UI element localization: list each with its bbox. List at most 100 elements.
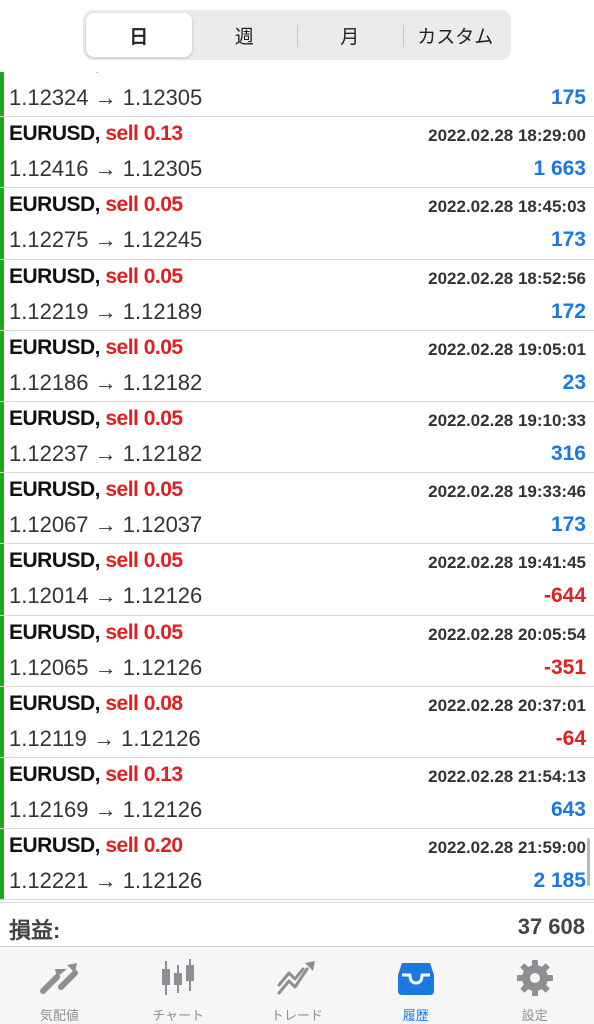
- profit-value: 316: [550, 441, 586, 465]
- order-type-label: sell 0.05: [105, 406, 183, 430]
- close-time: 2022.02.28 18:45:03: [428, 197, 586, 217]
- price-range: 1.12065 → 1.12126: [9, 654, 203, 680]
- symbol-label: EURUSD,: [9, 264, 101, 288]
- order-type-label: sell 0.05: [105, 193, 183, 217]
- summary-bar: 損益: 37 608: [0, 902, 594, 946]
- history-icon: [397, 963, 434, 995]
- history-row[interactable]: EURUSD, sell 0.05 2022.02.28 18:45:03 1.12…: [0, 188, 594, 260]
- profit-value: 175: [550, 86, 586, 109]
- position-indicator-bar: [0, 473, 4, 544]
- symbol-and-type: EURUSD, sell 0.05: [9, 478, 183, 502]
- order-type-label: sell 0.20: [105, 834, 183, 858]
- symbol-and-type: EURUSD, sell 0.13: [9, 122, 183, 146]
- tab-chart[interactable]: チャート: [119, 947, 238, 1024]
- order-type-label: sell 0.13: [105, 762, 183, 786]
- period-header: 日 週 月 カスタム: [0, 0, 594, 72]
- symbol-label: EURUSD,: [9, 193, 101, 217]
- history-row[interactable]: EURUSD, sell 0.13 2022.02.28 18:29:00 1.12…: [0, 117, 594, 189]
- position-indicator-bar: [0, 401, 4, 473]
- tab-trade[interactable]: トレード: [238, 947, 357, 1024]
- tab-trade-label: トレード: [270, 1008, 323, 1023]
- history-row[interactable]: EURUSD, sell 0.05 2022.02.28 20:05:54 1.12…: [0, 615, 594, 687]
- history-row[interactable]: EURUSD, sell 0.08 2022.02.28 20:37:01 1.12…: [0, 686, 594, 758]
- position-indicator-bar: [0, 117, 4, 188]
- bottom-tab-bar: 気配値 チャート トレード 履歴 設定: [0, 946, 594, 1024]
- price-range: 1.12324 → 1.12305: [9, 85, 203, 110]
- price-range: 1.12169 → 1.12126: [9, 796, 203, 822]
- symbol-and-type: EURUSD, sell 0.05: [9, 621, 183, 645]
- profit-value: -351: [543, 655, 586, 679]
- history-row[interactable]: EURUSD, sell 0.20 2022.02.28 21:59:00 1.12…: [0, 829, 594, 901]
- history-row[interactable]: EURUSD, sell 0.05 2022.02.28 19:10:33 1.12…: [0, 401, 594, 474]
- symbol-label: EURUSD,: [9, 406, 101, 430]
- price-range: 1.12221 → 1.12126: [9, 868, 203, 894]
- close-time: 2022.02.28 20:37:01: [428, 695, 586, 715]
- symbol-label: EURUSD,: [9, 549, 101, 573]
- price-range: 1.12014 → 1.12126: [9, 583, 203, 609]
- close-time: 2022.02.28 18:29:00: [428, 126, 586, 146]
- tab-settings-label: 設定: [521, 1008, 548, 1023]
- position-indicator-bar: [0, 188, 4, 259]
- tab-history[interactable]: 履歴: [356, 947, 475, 1024]
- tab-quotes-label: 気配値: [39, 1008, 79, 1023]
- symbol-and-type: EURUSD, sell 0.05: [9, 336, 183, 360]
- profit-value: -644: [543, 584, 586, 608]
- tab-history-label: 履歴: [402, 1008, 429, 1023]
- order-type-label: sell 0.05: [105, 478, 183, 502]
- symbol-and-type: EURUSD, sell 0.20: [9, 834, 183, 858]
- profit-total: 37 608: [517, 914, 585, 939]
- profit-value: 2 185: [533, 869, 586, 893]
- position-indicator-bar: [0, 330, 4, 401]
- close-time: 2022.02.28 19:33:46: [428, 482, 586, 502]
- period-tab-week[interactable]: 週: [192, 13, 298, 57]
- period-tab-custom[interactable]: カスタム: [402, 13, 509, 57]
- tab-settings[interactable]: 設定: [475, 947, 594, 1024]
- close-time: 2022.02.28 20:05:54: [428, 624, 586, 644]
- price-range: 1.12275 → 1.12245: [9, 227, 203, 253]
- price-range: 1.12186 → 1.12182: [9, 369, 203, 395]
- trade-icon: [277, 961, 315, 995]
- profit-value: 1 663: [533, 157, 586, 181]
- order-type-label: sell 0.08: [105, 691, 183, 715]
- price-range: 1.12219 → 1.12189: [9, 298, 203, 324]
- period-segmented-control: 日 週 月 カスタム: [83, 10, 511, 60]
- quotes-icon: [40, 963, 79, 994]
- symbol-label: EURUSD,: [9, 762, 101, 786]
- close-time: 2022.02.28 19:05:01: [428, 339, 586, 359]
- close-time: 2022.02.28 19:41:45: [428, 553, 586, 573]
- tab-quotes[interactable]: 気配値: [0, 947, 119, 1024]
- history-row[interactable]: EURUSD, sell 0.13 2022.02.28 21:54:13 1.12…: [0, 757, 594, 830]
- position-indicator-bar: [0, 259, 4, 330]
- symbol-label: EURUSD,: [9, 478, 101, 502]
- history-row[interactable]: EURUSD, sell 0.05 2022.02.28 18:52:56 1.12…: [0, 259, 594, 331]
- period-tab-month[interactable]: 月: [297, 13, 403, 57]
- position-indicator-bar: [0, 829, 4, 900]
- symbol-and-type: EURUSD, sell 0.05: [9, 265, 183, 289]
- symbol-and-type: EURUSD, sell 0.05: [9, 407, 183, 431]
- order-type-label: sell 0.13: [105, 122, 183, 146]
- period-tab-day[interactable]: 日: [86, 13, 192, 57]
- close-time: 2022.02.28 21:59:00: [428, 838, 586, 858]
- position-indicator-bar: [0, 544, 4, 615]
- symbol-label: EURUSD,: [9, 834, 101, 858]
- profit-value: 173: [550, 228, 586, 252]
- profit-value: 643: [550, 797, 586, 821]
- profit-value: 23: [562, 370, 586, 394]
- profit-value: 173: [550, 513, 586, 537]
- profit-value: 172: [550, 299, 586, 323]
- history-row[interactable]: EURUSD, sell 0.05 2022.02.28 19:05:01 1.12…: [0, 330, 594, 402]
- order-type-label: sell 0.05: [105, 549, 183, 573]
- symbol-and-type: EURUSD, sell 0.05: [9, 549, 183, 573]
- price-range: 1.12237 → 1.12182: [9, 440, 203, 466]
- price-range: 1.12119 → 1.12126: [9, 725, 201, 751]
- position-indicator-bar: [0, 615, 4, 686]
- history-row[interactable]: EURUSD, sell 0.05 2022.02.28 19:41:45 1.12…: [0, 544, 594, 616]
- history-list[interactable]: EURUSD, sell 0.052022.02.28 18:20:311.12…: [0, 46, 594, 902]
- price-range: 1.12416 → 1.12305: [9, 156, 203, 182]
- order-type-label: sell 0.05: [105, 620, 183, 644]
- close-time: 2022.02.28 21:54:13: [428, 766, 586, 786]
- symbol-label: EURUSD,: [9, 122, 101, 146]
- history-row[interactable]: EURUSD, sell 0.05 2022.02.28 19:33:46 1.12…: [0, 473, 594, 545]
- tab-chart-label: チャート: [152, 1008, 205, 1023]
- scrollbar[interactable]: [587, 838, 590, 886]
